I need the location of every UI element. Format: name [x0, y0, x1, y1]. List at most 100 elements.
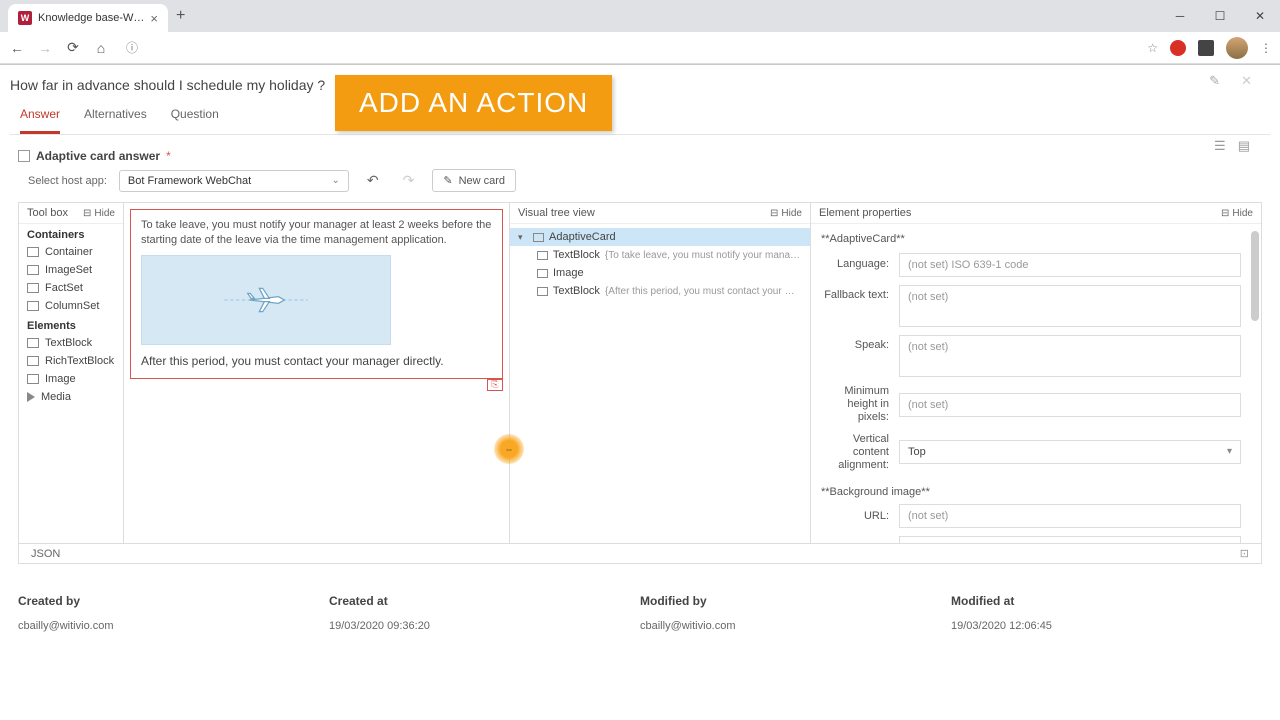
- site-info-icon[interactable]: ⓘ: [126, 39, 138, 56]
- close-panel-icon[interactable]: ✕: [1241, 73, 1252, 89]
- address-bar[interactable]: ⓘ: [120, 39, 1137, 56]
- prop-fallback-input[interactable]: (not set): [899, 285, 1241, 327]
- add-action-banner: ADD AN ACTION: [335, 75, 612, 131]
- hostapp-select[interactable]: Bot Framework WebChat ⌄: [119, 170, 349, 192]
- prop-minheight-label: Minimum height in pixels:: [821, 385, 899, 425]
- toolbox-item-factset[interactable]: FactSet: [19, 279, 123, 297]
- hostapp-value: Bot Framework WebChat: [128, 175, 251, 187]
- tree-image-icon: [537, 269, 548, 278]
- chevron-down-icon: ⌄: [332, 175, 340, 186]
- tree-expand-icon[interactable]: ▾: [518, 232, 528, 243]
- toolbox-item-textblock[interactable]: TextBlock: [19, 334, 123, 352]
- tab-title: Knowledge base-Witivio: [38, 12, 144, 24]
- props-body: **AdaptiveCard** Language: (not set) ISO…: [811, 224, 1261, 543]
- json-expand-icon[interactable]: ⊡: [1240, 547, 1249, 560]
- view-toggle-icons: ☰ ▤: [1214, 138, 1250, 154]
- prop-valign-select[interactable]: Top▾: [899, 440, 1241, 464]
- question-title: How far in advance should I schedule my …: [10, 77, 1270, 93]
- prop-minheight-input[interactable]: (not set): [899, 393, 1241, 417]
- adaptive-card-preview[interactable]: To take leave, you must notify your mana…: [130, 209, 503, 379]
- tab-favicon: W: [18, 11, 32, 25]
- tree-title: Visual tree view: [518, 207, 595, 219]
- nav-back-icon[interactable]: ←: [8, 40, 26, 56]
- list-view-icon[interactable]: ☰: [1214, 138, 1226, 154]
- toolbox-elements-header: Elements: [19, 315, 123, 334]
- window-controls: ─ ☐ ✕: [1160, 0, 1280, 32]
- nav-reload-icon[interactable]: ⟳: [64, 39, 82, 56]
- props-hide-button[interactable]: ⊟Hide: [1221, 208, 1253, 219]
- card-textblock-1[interactable]: To take leave, you must notify your mana…: [141, 218, 492, 249]
- prop-valign-label: Vertical content alignment:: [821, 433, 899, 473]
- grid-view-icon[interactable]: ▤: [1238, 138, 1250, 154]
- json-panel-header[interactable]: JSON ⊡: [18, 544, 1262, 564]
- tab-alternatives[interactable]: Alternatives: [84, 101, 147, 134]
- props-scrollbar[interactable]: [1251, 231, 1259, 321]
- bookmark-icon[interactable]: ☆: [1147, 41, 1158, 55]
- visual-tree-pane: Visual tree view ⊟Hide ▾ AdaptiveCard Te…: [509, 203, 811, 543]
- tree-hide-button[interactable]: ⊟Hide: [770, 208, 802, 219]
- section-checkbox-icon[interactable]: [18, 150, 30, 162]
- props-element-heading: **AdaptiveCard**: [821, 230, 1241, 253]
- props-header: Element properties ⊟Hide: [811, 203, 1261, 224]
- toolbox-item-richtextblock[interactable]: RichTextBlock: [19, 352, 123, 370]
- toolbox-item-container[interactable]: Container: [19, 243, 123, 261]
- window-minimize[interactable]: ─: [1160, 0, 1200, 32]
- tree-node-textblock-2[interactable]: TextBlock {After this period, you must c…: [510, 282, 810, 300]
- edit-icon[interactable]: ✎: [1209, 73, 1220, 89]
- tree-text-icon: [537, 251, 548, 260]
- toolbox-item-image[interactable]: Image: [19, 370, 123, 388]
- pane-resize-handle[interactable]: ⇔: [494, 434, 524, 464]
- prop-fillmode-select[interactable]: Cover▾: [899, 536, 1241, 543]
- toolbox-item-imageset[interactable]: ImageSet: [19, 261, 123, 279]
- nav-forward-icon[interactable]: →: [36, 40, 54, 56]
- tree-node-textblock-1[interactable]: TextBlock {To take leave, you must notif…: [510, 246, 810, 264]
- modified-by-label: Modified by: [640, 594, 951, 608]
- toolbox-item-media[interactable]: Media: [19, 388, 123, 406]
- card-image[interactable]: [141, 255, 391, 345]
- tree-text-icon: [537, 287, 548, 296]
- new-card-button[interactable]: ✎ New card: [432, 169, 516, 192]
- new-card-label: New card: [459, 175, 505, 187]
- card-action-handle[interactable]: ⎘: [487, 379, 503, 391]
- toolbox-hide-button[interactable]: ⊟Hide: [83, 208, 115, 219]
- toolbox-pane: Tool box ⊟Hide Containers Container Imag…: [19, 203, 124, 543]
- modified-by-value: cbailly@witivio.com: [640, 620, 951, 632]
- toolbox-header: Tool box ⊟Hide: [19, 203, 123, 224]
- prop-speak-input[interactable]: (not set): [899, 335, 1241, 377]
- new-tab-button[interactable]: +: [176, 7, 185, 25]
- props-bgimage-heading: **Background image**: [821, 480, 1241, 504]
- metadata-footer: Created by cbailly@witivio.com Created a…: [0, 564, 1280, 642]
- prop-language-label: Language:: [821, 258, 899, 271]
- tab-answer[interactable]: Answer: [20, 101, 60, 134]
- created-by-label: Created by: [18, 594, 329, 608]
- prop-fallback-label: Fallback text:: [821, 285, 899, 302]
- editor-layout: Tool box ⊟Hide Containers Container Imag…: [18, 202, 1262, 544]
- prop-fillmode-label: Fill mode:: [821, 542, 899, 543]
- window-close[interactable]: ✕: [1240, 0, 1280, 32]
- browser-tab[interactable]: W Knowledge base-Witivio ×: [8, 4, 168, 32]
- toolbox-title: Tool box: [27, 207, 68, 219]
- tree-node-image[interactable]: Image: [510, 264, 810, 282]
- undo-button[interactable]: ↶: [361, 172, 385, 189]
- extension-icon-1[interactable]: [1170, 40, 1186, 56]
- tab-close-icon[interactable]: ×: [150, 11, 158, 26]
- toolbox-item-columnset[interactable]: ColumnSet: [19, 297, 123, 315]
- tab-question[interactable]: Question: [171, 101, 219, 134]
- hostapp-label: Select host app:: [28, 175, 107, 187]
- card-textblock-2[interactable]: After this period, you must contact your…: [141, 353, 492, 370]
- airplane-icon: [221, 275, 311, 325]
- props-title: Element properties: [819, 207, 911, 219]
- prop-url-label: URL:: [821, 510, 899, 523]
- tree-card-icon: [533, 233, 544, 242]
- redo-button[interactable]: ↷: [397, 172, 421, 189]
- prop-language-input[interactable]: (not set) ISO 639-1 code: [899, 253, 1241, 277]
- prop-url-input[interactable]: (not set): [899, 504, 1241, 528]
- tree-node-adaptivecard[interactable]: ▾ AdaptiveCard: [510, 228, 810, 246]
- browser-menu-icon[interactable]: ⋮: [1260, 41, 1272, 55]
- profile-avatar[interactable]: [1226, 37, 1248, 59]
- browser-chrome: W Knowledge base-Witivio × + ─ ☐ ✕ ← → ⟳…: [0, 0, 1280, 65]
- extension-icon-2[interactable]: [1198, 40, 1214, 56]
- window-maximize[interactable]: ☐: [1200, 0, 1240, 32]
- nav-home-icon[interactable]: ⌂: [92, 40, 110, 56]
- new-card-icon: ✎: [443, 174, 452, 187]
